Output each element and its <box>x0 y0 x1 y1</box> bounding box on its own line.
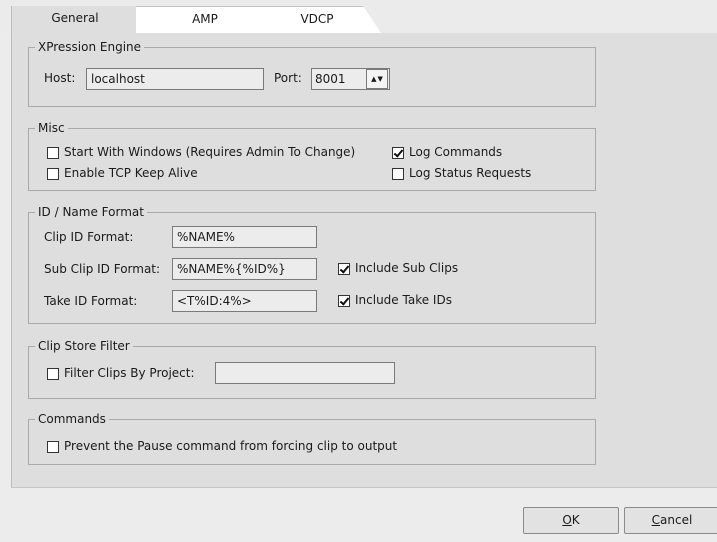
port-stepper[interactable]: 8001 ▲ ▼ <box>311 68 390 90</box>
log-commands-label: Log Commands <box>409 145 503 159</box>
filter-clips-checkbox[interactable] <box>47 368 59 380</box>
cancel-mnemonic: C <box>651 513 661 527</box>
log-status-checkbox[interactable] <box>392 168 404 180</box>
tab-general[interactable]: General <box>11 6 138 33</box>
clip-id-format-label: Clip ID Format: <box>44 230 134 244</box>
log-status-label: Log Status Requests <box>409 166 532 180</box>
ok-button[interactable]: OK <box>523 507 619 534</box>
commands-group: Commands Prevent the Pause command from … <box>28 412 596 465</box>
tab-bar: General AMP VDCP <box>0 0 717 33</box>
sub-clip-id-format-field[interactable]: %NAME%{%ID%} <box>172 258 317 280</box>
ok-mnemonic: O <box>562 513 572 527</box>
port-label: Port: <box>274 71 302 85</box>
clip-id-format-field[interactable]: %NAME% <box>172 226 317 248</box>
take-id-format-field[interactable]: <T%ID:4%> <box>172 290 317 312</box>
log-commands-checkbox[interactable] <box>392 147 404 159</box>
tcp-keep-alive-checkbox[interactable] <box>47 168 59 180</box>
port-value: 8001 <box>315 72 346 86</box>
group-legend: Commands <box>35 412 109 426</box>
host-field[interactable]: localhost <box>86 68 264 90</box>
clip-store-filter-group: Clip Store Filter Filter Clips By Projec… <box>28 339 596 399</box>
group-legend: Clip Store Filter <box>35 339 133 353</box>
chevron-down-icon[interactable]: ▼ <box>378 69 383 89</box>
group-legend: Misc <box>35 121 68 135</box>
prevent-pause-checkbox[interactable] <box>47 441 59 453</box>
filter-project-field[interactable] <box>215 362 395 384</box>
group-legend: ID / Name Format <box>35 205 147 219</box>
filter-clips-label: Filter Clips By Project: <box>64 366 195 380</box>
host-label: Host: <box>44 71 76 85</box>
port-spin-buttons[interactable]: ▲ ▼ <box>366 69 388 89</box>
xpression-engine-group: XPression Engine Host: localhost Port: 8… <box>28 40 596 107</box>
misc-group: Misc Start With Windows (Requires Admin … <box>28 121 596 191</box>
ok-label: K <box>571 513 580 527</box>
cancel-label: ancel <box>660 513 693 527</box>
general-tab-panel: XPression Engine Host: localhost Port: 8… <box>11 33 717 488</box>
prevent-pause-label: Prevent the Pause command from forcing c… <box>64 439 398 453</box>
group-legend: XPression Engine <box>35 40 145 54</box>
start-with-windows-label: Start With Windows (Requires Admin To Ch… <box>64 145 356 159</box>
include-take-ids-label: Include Take IDs <box>355 293 452 307</box>
tab-vdcp[interactable]: VDCP <box>253 6 381 33</box>
include-sub-clips-checkbox[interactable] <box>338 263 350 275</box>
take-id-format-label: Take ID Format: <box>44 294 138 308</box>
cancel-button[interactable]: Cancel <box>624 507 717 534</box>
start-with-windows-checkbox[interactable] <box>47 147 59 159</box>
sub-clip-id-format-label: Sub Clip ID Format: <box>44 262 161 276</box>
tcp-keep-alive-label: Enable TCP Keep Alive <box>64 166 198 180</box>
chevron-up-icon[interactable]: ▲ <box>371 69 376 89</box>
id-name-format-group: ID / Name Format Clip ID Format: %NAME% … <box>28 205 596 324</box>
include-sub-clips-label: Include Sub Clips <box>355 261 459 275</box>
include-take-ids-checkbox[interactable] <box>338 295 350 307</box>
